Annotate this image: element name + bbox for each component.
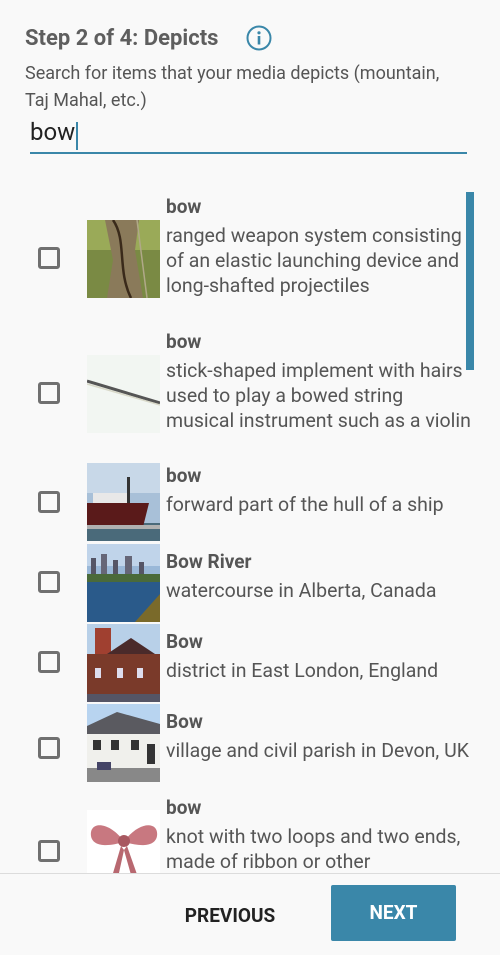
checkbox[interactable]: [38, 571, 60, 593]
item-text: bow stick-shaped implement with hairs us…: [166, 330, 476, 433]
item-label: bow: [166, 330, 202, 353]
thumbnail-image: [87, 810, 160, 873]
step-subtitle: Search for items that your media depicts…: [25, 63, 440, 111]
item-description: knot with two loops and two ends, made o…: [166, 825, 461, 873]
item-description: watercourse in Alberta, Canada: [166, 579, 437, 602]
next-button[interactable]: NEXT: [331, 885, 456, 941]
title-row: Step 2 of 4: Depicts: [25, 22, 475, 54]
depicts-results-list[interactable]: bow ranged weapon system consisting of a…: [0, 190, 500, 873]
search-value: bow: [30, 118, 76, 146]
item-description: village and civil parish in Devon, UK: [166, 739, 469, 762]
thumbnail-image: [87, 624, 160, 702]
item-label: Bow: [166, 710, 203, 733]
item-label: bow: [166, 464, 202, 487]
thumbnail-image: [87, 220, 160, 298]
item-description: forward part of the hull of a ship: [166, 493, 444, 516]
search-input[interactable]: bow: [30, 112, 467, 154]
checkbox[interactable]: [38, 651, 60, 673]
checkbox[interactable]: [38, 840, 60, 862]
item-description: stick-shaped implement with hairs used t…: [166, 359, 471, 432]
item-label: Bow River: [166, 550, 252, 573]
list-item[interactable]: Bow village and civil parish in Devon, U…: [0, 704, 500, 792]
item-text: Bow village and civil parish in Devon, U…: [166, 710, 476, 763]
item-text: bow forward part of the hull of a ship: [166, 464, 476, 517]
item-text: bow knot with two loops and two ends, ma…: [166, 796, 476, 873]
previous-button[interactable]: PREVIOUS: [165, 896, 295, 936]
info-icon[interactable]: [246, 25, 272, 51]
footer-bar: PREVIOUS NEXT: [0, 873, 500, 955]
item-description: district in East London, England: [166, 659, 439, 682]
step-header: Step 2 of 4: Depicts Search for items th…: [25, 22, 475, 114]
checkbox[interactable]: [38, 491, 60, 513]
list-item[interactable]: bow ranged weapon system consisting of a…: [0, 190, 500, 326]
text-caret: [76, 121, 79, 150]
checkbox[interactable]: [38, 382, 60, 404]
list-item[interactable]: Bow district in East London, England: [0, 624, 500, 706]
scrollbar[interactable]: [466, 192, 474, 370]
item-text: Bow River watercourse in Alberta, Canada: [166, 550, 476, 603]
checkbox[interactable]: [38, 247, 60, 269]
step-title: Step 2 of 4: Depicts: [25, 25, 219, 51]
list-item[interactable]: bow knot with two loops and two ends, ma…: [0, 792, 500, 873]
thumbnail-image: [87, 544, 160, 622]
item-label: bow: [166, 195, 202, 218]
thumbnail-image: [87, 704, 160, 782]
thumbnail-image: [87, 463, 160, 541]
item-text: Bow district in East London, England: [166, 630, 476, 683]
list-item[interactable]: bow stick-shaped implement with hairs us…: [0, 326, 500, 460]
item-text: bow ranged weapon system consisting of a…: [166, 195, 476, 298]
item-label: Bow: [166, 630, 203, 653]
checkbox[interactable]: [38, 737, 60, 759]
item-label: bow: [166, 796, 202, 819]
thumbnail-image: [87, 355, 160, 433]
list-item[interactable]: Bow River watercourse in Alberta, Canada: [0, 544, 500, 626]
list-item[interactable]: bow forward part of the hull of a ship: [0, 460, 500, 546]
item-description: ranged weapon system consisting of an el…: [166, 224, 462, 297]
